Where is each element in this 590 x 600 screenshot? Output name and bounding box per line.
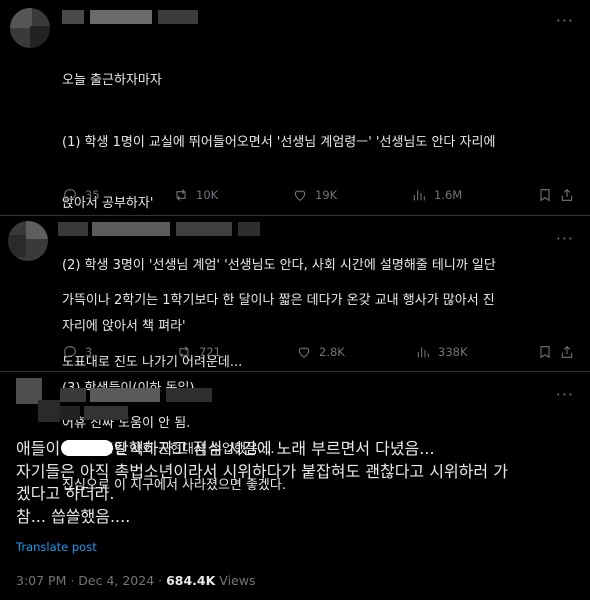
author-name-redacted[interactable] <box>58 222 278 236</box>
repost-button[interactable]: 721 <box>176 343 221 361</box>
more-icon[interactable]: ··· <box>556 387 574 403</box>
share-button[interactable] <box>559 343 582 361</box>
share-icon <box>561 345 573 358</box>
reply-icon <box>64 189 76 203</box>
author-name-redacted[interactable] <box>60 388 260 402</box>
more-icon[interactable]: ··· <box>556 231 574 247</box>
avatar[interactable] <box>10 8 50 48</box>
reply-button[interactable]: 3 <box>62 343 92 361</box>
action-bar: 3 721 2.8K 338K <box>62 343 582 361</box>
post-2[interactable]: ··· 가뜩이나 2학기는 1학기보다 한 달이나 짧은 데다가 온갖 교내 행… <box>0 216 590 493</box>
bookmark-icon <box>540 346 550 359</box>
action-bar: 35 10K 19K 1.6M <box>62 186 582 204</box>
post-1[interactable]: ··· 오늘 출근하자마자 (1) 학생 1명이 교실에 뛰어들어오면서 '선생… <box>0 0 590 457</box>
views-button[interactable]: 1.6M <box>411 186 462 204</box>
share-icon <box>561 188 573 201</box>
author-handle-redacted[interactable] <box>60 406 180 420</box>
censored-word <box>61 440 114 456</box>
views-icon <box>413 190 425 201</box>
share-button[interactable] <box>559 186 582 204</box>
post-meta: 3:07 PM · Dec 4, 2024 · 684.4K Views <box>16 573 255 588</box>
views-icon <box>417 347 429 358</box>
reply-icon <box>64 346 76 360</box>
like-button[interactable]: 2.8K <box>296 343 345 361</box>
views-count: 684.4K <box>166 573 216 588</box>
like-button[interactable]: 19K <box>292 186 337 204</box>
avatar[interactable] <box>16 378 60 422</box>
repost-icon <box>176 189 186 201</box>
repost-icon <box>179 346 189 358</box>
reply-button[interactable]: 35 <box>62 186 100 204</box>
bookmark-button[interactable] <box>537 343 560 361</box>
bookmark-button[interactable] <box>537 186 560 204</box>
views-label: Views <box>215 573 256 588</box>
main-post-text: 애들이 탄핵하자고 점심 시간에 노래 부르면서 다녔음... 자기들은 아직 촉… <box>16 439 508 526</box>
like-icon <box>298 347 310 358</box>
author-name-redacted[interactable] <box>62 10 202 24</box>
translate-post-link[interactable]: Translate post <box>16 540 97 554</box>
repost-button[interactable]: 10K <box>173 186 218 204</box>
views-button[interactable]: 338K <box>415 343 468 361</box>
avatar[interactable] <box>8 221 48 261</box>
timestamp[interactable]: 3:07 PM · Dec 4, 2024 · <box>16 573 166 588</box>
like-icon <box>294 190 306 201</box>
more-icon[interactable]: ··· <box>556 13 574 29</box>
bookmark-icon <box>540 189 550 202</box>
